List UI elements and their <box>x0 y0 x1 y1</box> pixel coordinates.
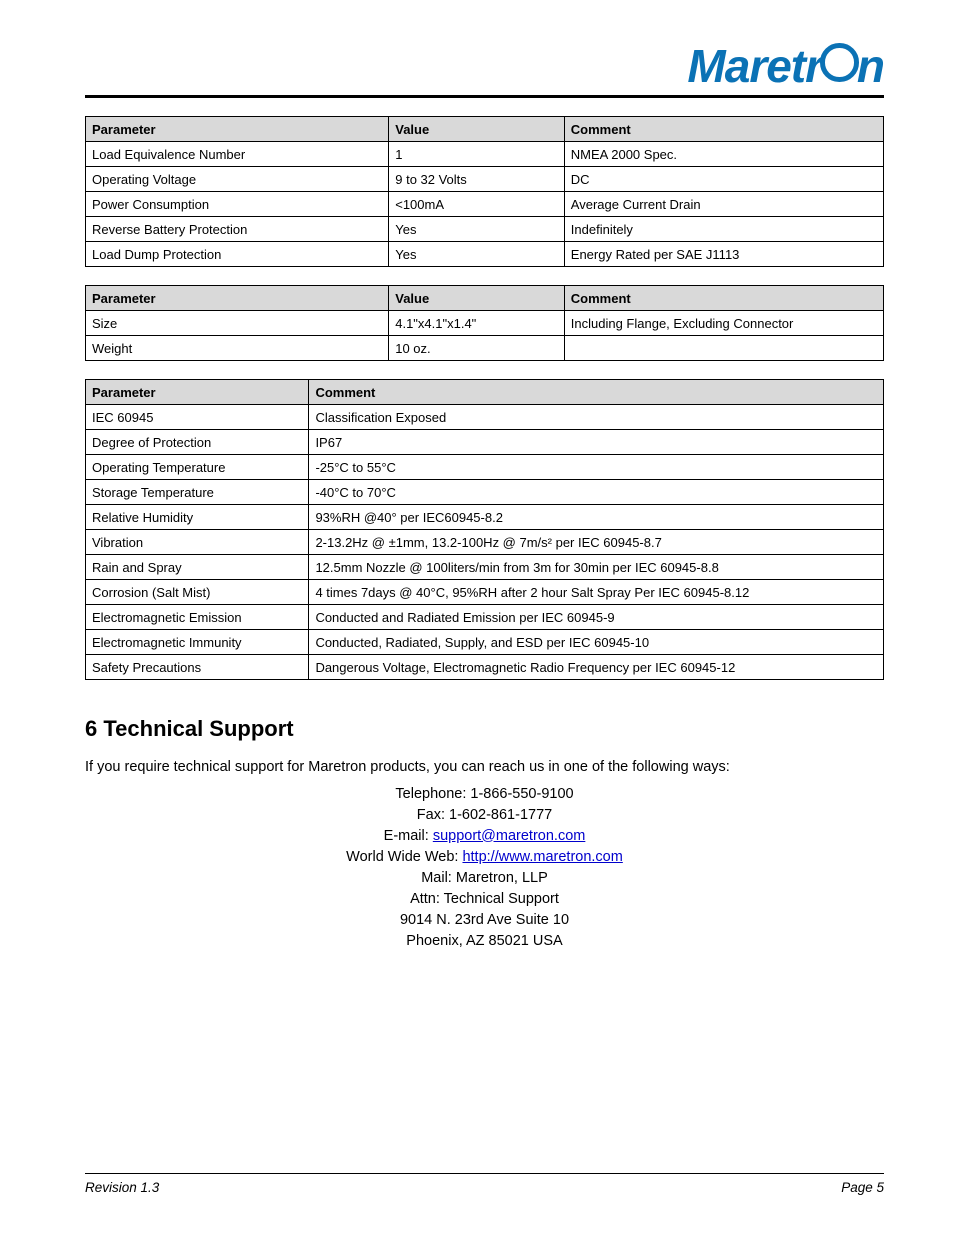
table-cell: Power Consumption <box>86 192 389 217</box>
table-cell: Conducted, Radiated, Supply, and ESD per… <box>309 630 884 655</box>
table-cell: -25°C to 55°C <box>309 455 884 480</box>
table-row: Size4.1"x4.1"x1.4"Including Flange, Excl… <box>86 311 884 336</box>
table-cell: 4 times 7days @ 40°C, 95%RH after 2 hour… <box>309 580 884 605</box>
table-row: Vibration2-13.2Hz @ ±1mm, 13.2-100Hz @ 7… <box>86 530 884 555</box>
table-cell: DC <box>564 167 883 192</box>
table-header-row: Parameter Value Comment <box>86 117 884 142</box>
table-cell: Operating Voltage <box>86 167 389 192</box>
table-cell: Load Equivalence Number <box>86 142 389 167</box>
mechanical-parameters-table: Parameter Value Comment Size4.1"x4.1"x1.… <box>85 285 884 361</box>
table-cell: <100mA <box>389 192 565 217</box>
logo-o-icon <box>820 43 859 82</box>
table-cell: Energy Rated per SAE J1113 <box>564 242 883 267</box>
table-header-row: Parameter Comment <box>86 380 884 405</box>
table-cell: Corrosion (Salt Mist) <box>86 580 309 605</box>
table-cell: Classification Exposed <box>309 405 884 430</box>
th-parameter: Parameter <box>86 286 389 311</box>
table-row: Reverse Battery ProtectionYesIndefinitel… <box>86 217 884 242</box>
table-row: Storage Temperature-40°C to 70°C <box>86 480 884 505</box>
environmental-parameters-table: Parameter Comment IEC 60945Classificatio… <box>85 379 884 680</box>
table-cell: Reverse Battery Protection <box>86 217 389 242</box>
table-cell: Safety Precautions <box>86 655 309 680</box>
table-cell <box>564 336 883 361</box>
table-row: Electromagnetic EmissionConducted and Ra… <box>86 605 884 630</box>
table-cell: Conducted and Radiated Emission per IEC … <box>309 605 884 630</box>
table-cell: Electromagnetic Emission <box>86 605 309 630</box>
table-cell: 93%RH @40° per IEC60945-8.2 <box>309 505 884 530</box>
table-header-row: Parameter Value Comment <box>86 286 884 311</box>
table-row: Safety PrecautionsDangerous Voltage, Ele… <box>86 655 884 680</box>
table-cell: Operating Temperature <box>86 455 309 480</box>
table-cell: IEC 60945 <box>86 405 309 430</box>
table-row: IEC 60945Classification Exposed <box>86 405 884 430</box>
table-row: Corrosion (Salt Mist)4 times 7days @ 40°… <box>86 580 884 605</box>
table-cell: 9 to 32 Volts <box>389 167 565 192</box>
table-row: Operating Temperature-25°C to 55°C <box>86 455 884 480</box>
footer-page-number: Page 5 <box>841 1180 884 1195</box>
table-row: Load Equivalence Number1NMEA 2000 Spec. <box>86 142 884 167</box>
page-footer: Revision 1.3 Page 5 <box>85 1173 884 1195</box>
th-parameter: Parameter <box>86 380 309 405</box>
table-cell: 12.5mm Nozzle @ 100liters/min from 3m fo… <box>309 555 884 580</box>
table-row: Relative Humidity93%RH @40° per IEC60945… <box>86 505 884 530</box>
table-row: Load Dump ProtectionYesEnergy Rated per … <box>86 242 884 267</box>
table-row: Power Consumption<100mAAverage Current D… <box>86 192 884 217</box>
table-cell: Degree of Protection <box>86 430 309 455</box>
table-cell: NMEA 2000 Spec. <box>564 142 883 167</box>
th-parameter: Parameter <box>86 117 389 142</box>
footer-revision: Revision 1.3 <box>85 1180 159 1195</box>
table-cell: Dangerous Voltage, Electromagnetic Radio… <box>309 655 884 680</box>
table-cell: Storage Temperature <box>86 480 309 505</box>
th-comment: Comment <box>309 380 884 405</box>
table-row: Electromagnetic ImmunityConducted, Radia… <box>86 630 884 655</box>
table-cell: 4.1"x4.1"x1.4" <box>389 311 565 336</box>
technical-support-intro: If you require technical support for Mar… <box>85 758 884 778</box>
table-cell: Including Flange, Excluding Connector <box>564 311 883 336</box>
maretron-logo: Maretrn <box>687 39 884 93</box>
th-value: Value <box>389 117 565 142</box>
table-cell: Yes <box>389 217 565 242</box>
table-cell: -40°C to 70°C <box>309 480 884 505</box>
table-cell: Indefinitely <box>564 217 883 242</box>
th-value: Value <box>389 286 565 311</box>
table-cell: Yes <box>389 242 565 267</box>
table-cell: IP67 <box>309 430 884 455</box>
table-cell: Weight <box>86 336 389 361</box>
table-cell: Electromagnetic Immunity <box>86 630 309 655</box>
table-row: Operating Voltage9 to 32 VoltsDC <box>86 167 884 192</box>
technical-support-heading: 6 Technical Support <box>85 716 884 742</box>
table-cell: Size <box>86 311 389 336</box>
table-cell: Load Dump Protection <box>86 242 389 267</box>
table-row: Rain and Spray12.5mm Nozzle @ 100liters/… <box>86 555 884 580</box>
contact-block: Telephone: 1-866-550-9100 Fax: 1-602-861… <box>85 784 884 952</box>
th-comment: Comment <box>564 286 883 311</box>
table-row: Degree of ProtectionIP67 <box>86 430 884 455</box>
table-cell: Rain and Spray <box>86 555 309 580</box>
table-cell: Average Current Drain <box>564 192 883 217</box>
power-parameters-table: Parameter Value Comment Load Equivalence… <box>85 116 884 267</box>
table-cell: 2-13.2Hz @ ±1mm, 13.2-100Hz @ 7m/s² per … <box>309 530 884 555</box>
table-cell: Vibration <box>86 530 309 555</box>
th-comment: Comment <box>564 117 883 142</box>
header-rule: Maretrn <box>85 40 884 98</box>
support-email-link[interactable]: support@maretron.com <box>433 828 586 844</box>
support-web-link[interactable]: http://www.maretron.com <box>462 849 622 865</box>
table-cell: 10 oz. <box>389 336 565 361</box>
table-cell: Relative Humidity <box>86 505 309 530</box>
table-cell: 1 <box>389 142 565 167</box>
table-row: Weight10 oz. <box>86 336 884 361</box>
